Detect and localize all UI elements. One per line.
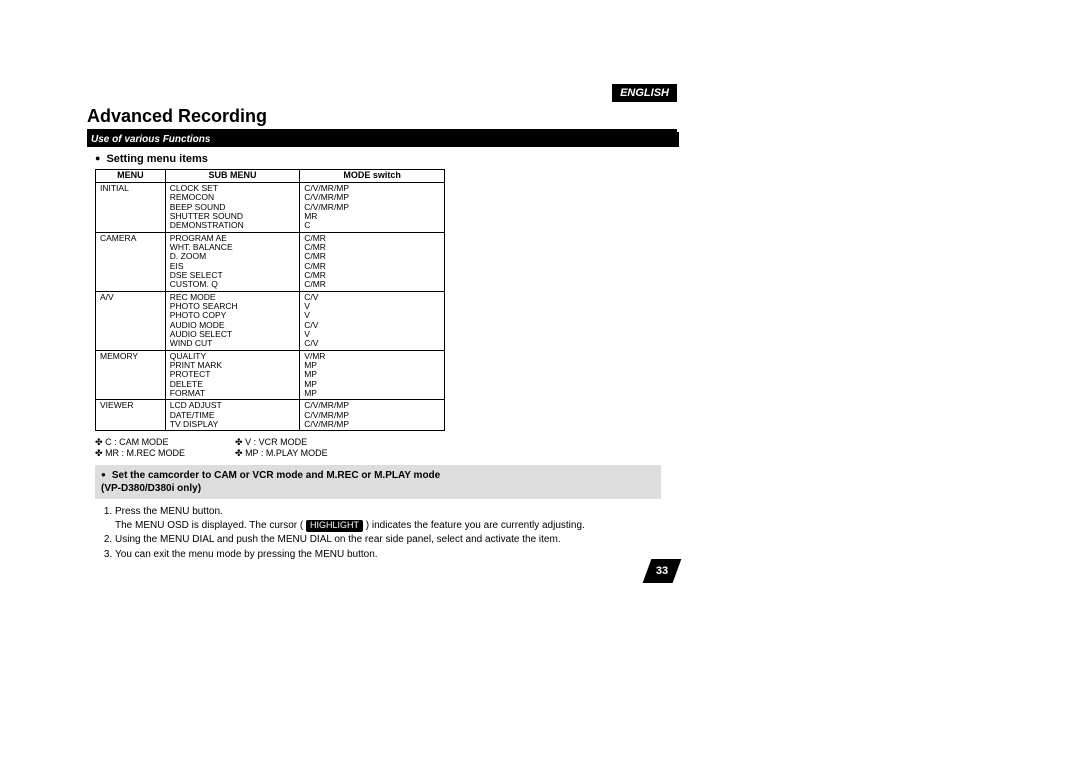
legend-c: ✤ C : CAM MODE [95, 437, 235, 448]
cell-submenu: REC MODEPHOTO SEARCHPHOTO COPYAUDIO MODE… [165, 291, 299, 350]
language-badge: ENGLISH [612, 84, 677, 102]
table-row: INITIALCLOCK SETREMOCONBEEP SOUNDSHUTTER… [96, 182, 445, 232]
cell-mode: C/MRC/MRC/MRC/MRC/MRC/MR [300, 232, 445, 291]
cell-submenu: QUALITYPRINT MARKPROTECTDELETEFORMAT [165, 350, 299, 400]
manual-page: ENGLISH Advanced Recording Use of variou… [87, 84, 677, 562]
table-header-row: MENU SUB MENU MODE switch [96, 170, 445, 183]
instruction-steps: Press the MENU button. The MENU OSD is d… [101, 505, 677, 561]
menu-settings-table: MENU SUB MENU MODE switch INITIALCLOCK S… [95, 169, 445, 431]
legend-mp: ✤ MP : M.PLAY MODE [235, 448, 375, 459]
cell-menu: A/V [96, 291, 166, 350]
page-number: 33 [647, 559, 677, 583]
step-2: Using the MENU DIAL and push the MENU DI… [115, 533, 677, 547]
cell-submenu: PROGRAM AEWHT. BALANCED. ZOOMEISDSE SELE… [165, 232, 299, 291]
graybox-line1: Set the camcorder to CAM or VCR mode and… [101, 470, 440, 481]
page-title: Advanced Recording [87, 106, 677, 127]
graybox-line2: (VP-D380/D380i only) [101, 483, 201, 494]
cell-menu: MEMORY [96, 350, 166, 400]
legend-v: ✤ V : VCR MODE [235, 437, 375, 448]
table-row: CAMERAPROGRAM AEWHT. BALANCED. ZOOMEISDS… [96, 232, 445, 291]
cell-submenu: CLOCK SETREMOCONBEEP SOUNDSHUTTER SOUNDD… [165, 182, 299, 232]
cell-menu: CAMERA [96, 232, 166, 291]
cell-mode: V/MRMPMPMPMP [300, 350, 445, 400]
table-row: A/VREC MODEPHOTO SEARCHPHOTO COPYAUDIO M… [96, 291, 445, 350]
mode-legend: ✤ C : CAM MODE ✤ V : VCR MODE ✤ MR : M.R… [95, 437, 677, 459]
subtitle-bar: Use of various Functions [87, 132, 679, 147]
table-row: MEMORYQUALITYPRINT MARKPROTECTDELETEFORM… [96, 350, 445, 400]
page-number-badge: 33 [643, 559, 682, 583]
step-1: Press the MENU button. The MENU OSD is d… [115, 505, 677, 532]
th-submenu: SUB MENU [165, 170, 299, 183]
cell-mode: C/V/MR/MPC/V/MR/MPC/V/MR/MP [300, 400, 445, 431]
section-heading: Setting menu items [95, 153, 677, 165]
step-3: You can exit the menu mode by pressing t… [115, 548, 677, 562]
th-modeswitch: MODE switch [300, 170, 445, 183]
legend-mr: ✤ MR : M.REC MODE [95, 448, 235, 459]
cell-submenu: LCD ADJUSTDATE/TIMETV DISPLAY [165, 400, 299, 431]
highlight-pill: HIGHLIGHT [306, 520, 363, 532]
cell-mode: C/VVVC/VVC/V [300, 291, 445, 350]
cell-menu: VIEWER [96, 400, 166, 431]
th-menu: MENU [96, 170, 166, 183]
mode-instruction-box: Set the camcorder to CAM or VCR mode and… [95, 465, 661, 499]
cell-menu: INITIAL [96, 182, 166, 232]
cell-mode: C/V/MR/MPC/V/MR/MPC/V/MR/MPMRC [300, 182, 445, 232]
table-row: VIEWERLCD ADJUSTDATE/TIMETV DISPLAYC/V/M… [96, 400, 445, 431]
